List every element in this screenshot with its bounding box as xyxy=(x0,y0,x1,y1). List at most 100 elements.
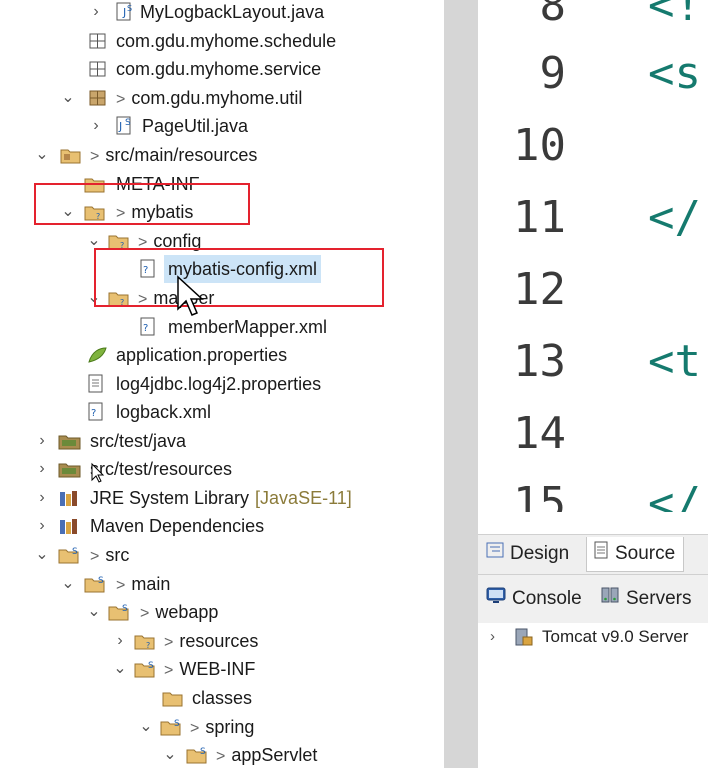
chevron-down-icon[interactable]: ⌄ xyxy=(112,655,128,683)
source-folder-icon xyxy=(58,459,81,479)
svg-text:S: S xyxy=(122,604,128,614)
properties-file-icon xyxy=(86,345,107,365)
svg-text:S: S xyxy=(125,118,131,128)
tree-item-spring[interactable]: ⌄ S > spring xyxy=(0,713,444,741)
tree-item-label: com.gdu.myhome.util xyxy=(131,88,303,108)
tab-servers-label: Servers xyxy=(626,588,692,610)
line-number: 10 xyxy=(513,120,566,171)
tree-item-src-test-resources[interactable]: › src/test/resources xyxy=(0,455,444,483)
tree-item-log4jdbc-properties[interactable]: log4jdbc.log4j2.properties xyxy=(0,370,444,398)
tree-item-jre-system-library[interactable]: › JRE System Library [JavaSE-11] xyxy=(0,484,444,512)
svg-text:S: S xyxy=(98,576,104,586)
editor-mode-tabs: Design Source xyxy=(478,534,708,575)
tree-item-label: JRE System Library xyxy=(90,488,250,508)
tab-console[interactable]: Console xyxy=(486,583,582,615)
panel-divider[interactable] xyxy=(444,0,478,768)
mouse-cursor-icon xyxy=(177,275,204,316)
package-icon xyxy=(88,88,108,108)
server-list-item[interactable]: › Tomcat v9.0 Server xyxy=(478,623,708,651)
chevron-down-icon[interactable]: ⌄ xyxy=(60,570,76,598)
folder-icon: S xyxy=(186,745,207,765)
tree-item-label: src/test/resources xyxy=(90,459,233,479)
folder-icon: S xyxy=(108,602,129,622)
chevron-right-icon[interactable]: › xyxy=(34,427,50,455)
chevron-down-icon[interactable]: ⌄ xyxy=(86,598,102,626)
folder-icon: S xyxy=(58,545,79,565)
console-icon xyxy=(486,583,506,615)
tree-item-label: main xyxy=(131,574,171,594)
code-line: <! xyxy=(648,0,701,31)
tree-item-label: application.properties xyxy=(116,345,288,365)
tree-item-label: resources xyxy=(179,631,259,651)
tomcat-server-icon xyxy=(514,627,534,656)
tab-source[interactable]: Source xyxy=(586,537,685,572)
tree-item-pageutil-java[interactable]: › JS PageUtil.java xyxy=(0,112,444,140)
tree-item-label: classes xyxy=(192,688,253,708)
line-number: 8 xyxy=(539,0,567,31)
tab-design[interactable]: Design xyxy=(486,537,569,571)
tree-item-label: Maven Dependencies xyxy=(90,516,265,536)
tree-item-resources[interactable]: › ? > resources xyxy=(0,627,444,655)
chevron-right-icon[interactable]: › xyxy=(88,112,104,140)
xml-editor[interactable]: 8 <! 9 <s 10 11 </ 12 13 <t 14 15 </ < xyxy=(478,0,708,512)
tree-item-maven-dependencies[interactable]: › Maven Dependencies xyxy=(0,512,444,540)
tree-item-src-main-resources[interactable]: ⌄ > src/main/resources xyxy=(0,141,444,169)
tree-item-web-inf[interactable]: ⌄ S > WEB-INF xyxy=(0,655,444,683)
tree-item-label: com.gdu.myhome.service xyxy=(116,59,322,79)
tree-item-package-service[interactable]: com.gdu.myhome.service xyxy=(0,55,444,83)
folder-icon: S xyxy=(160,717,181,737)
chevron-down-icon[interactable]: ⌄ xyxy=(162,741,178,768)
line-number: 12 xyxy=(513,264,566,315)
tree-item-package-schedule[interactable]: com.gdu.myhome.schedule xyxy=(0,27,444,55)
library-icon xyxy=(58,488,78,508)
line-number: 15 xyxy=(513,478,566,512)
line-number: 13 xyxy=(513,336,566,387)
highlight-box-mybatis-config xyxy=(94,248,384,307)
tree-item-label: com.gdu.myhome.schedule xyxy=(116,31,337,51)
tree-item-appservlet[interactable]: ⌄ S > appServlet xyxy=(0,741,444,768)
tree-item-package-util[interactable]: ⌄ > com.gdu.myhome.util xyxy=(0,84,444,112)
tree-item-src-test-java[interactable]: › src/test/java xyxy=(0,427,444,455)
tree-item-label: WEB-INF xyxy=(179,659,256,679)
tree-item-main[interactable]: ⌄ S > main xyxy=(0,570,444,598)
tree-item-mylogbacklayout-java[interactable]: › JS MyLogbackLayout.java xyxy=(0,0,444,26)
tree-item-classes[interactable]: classes xyxy=(0,684,444,712)
source-folder-icon xyxy=(60,145,81,165)
package-icon xyxy=(88,59,108,79)
text-file-icon xyxy=(86,374,106,394)
chevron-down-icon[interactable]: ⌄ xyxy=(60,84,76,112)
svg-text:?: ? xyxy=(143,323,148,334)
chevron-right-icon[interactable]: › xyxy=(34,512,50,540)
source-folder-icon xyxy=(58,431,81,451)
chevron-right-icon[interactable]: › xyxy=(88,0,104,26)
java-file-icon: JS xyxy=(114,2,134,22)
svg-text:J: J xyxy=(122,6,126,19)
chevron-down-icon[interactable]: ⌄ xyxy=(138,713,154,741)
tree-item-membermapper-xml[interactable]: ? memberMapper.xml xyxy=(0,313,444,341)
tree-item-application-properties[interactable]: application.properties xyxy=(0,341,444,369)
chevron-right-icon[interactable]: › xyxy=(34,455,50,483)
tree-item-label: src xyxy=(105,545,130,565)
tree-item-label: webapp xyxy=(155,602,219,622)
tree-item-label: appServlet xyxy=(231,745,318,765)
java-file-icon: JS xyxy=(114,116,134,136)
tree-item-logback-xml[interactable]: ? logback.xml xyxy=(0,398,444,426)
svg-text:J: J xyxy=(118,120,122,133)
tree-item-webapp[interactable]: ⌄ S > webapp xyxy=(0,598,444,626)
svg-text:S: S xyxy=(148,661,154,671)
chevron-right-icon[interactable]: › xyxy=(112,627,128,655)
tab-source-label: Source xyxy=(615,543,676,565)
folder-icon: S xyxy=(84,574,105,594)
chevron-down-icon[interactable]: ⌄ xyxy=(34,141,50,169)
chevron-down-icon[interactable]: ⌄ xyxy=(34,541,50,569)
chevron-right-icon[interactable]: › xyxy=(34,484,50,512)
tree-item-label: src/main/resources xyxy=(105,145,258,165)
tab-design-label: Design xyxy=(510,543,570,565)
highlight-box-mybatis xyxy=(34,183,250,225)
chevron-right-icon[interactable]: › xyxy=(490,623,495,651)
mouse-cursor-shadow-icon xyxy=(91,462,105,483)
tree-item-src[interactable]: ⌄ S > src xyxy=(0,541,444,569)
line-number: 14 xyxy=(513,408,566,459)
tab-console-label: Console xyxy=(512,588,582,610)
tab-servers[interactable]: Servers xyxy=(600,583,691,615)
